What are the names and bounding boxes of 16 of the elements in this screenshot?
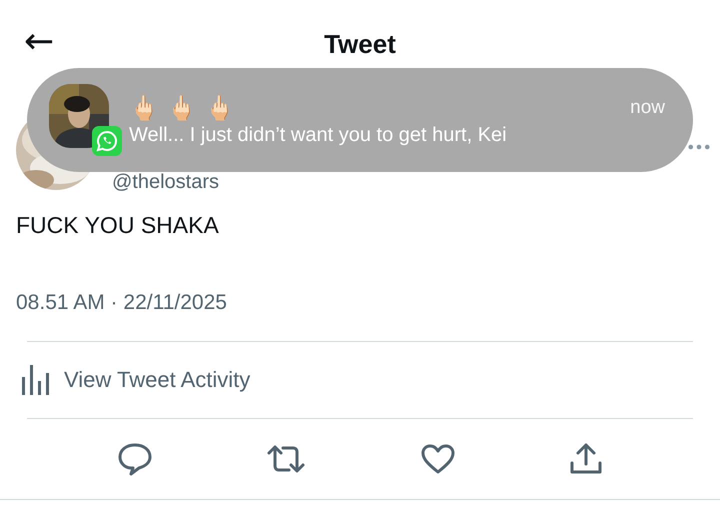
back-button[interactable]: ← — [24, 22, 54, 62]
screen-title: Tweet — [324, 28, 396, 60]
share-icon[interactable] — [569, 442, 604, 476]
view-activity-link[interactable]: View Tweet Activity — [64, 367, 250, 393]
notification-title: 🖕🏻 🖕🏻 🖕🏻 — [129, 94, 234, 122]
chart-icon[interactable] — [22, 365, 50, 395]
notification-time: now — [630, 96, 665, 118]
user-handle[interactable]: @thelostars — [112, 171, 220, 194]
retweet-icon[interactable] — [266, 443, 306, 475]
whatsapp-icon — [92, 126, 122, 156]
tweet-timestamp: 08.51 AM · 22/11/2025 — [15, 291, 228, 316]
notification-message: Well... I just didn’t want you to get hurt, Kei — [129, 124, 508, 146]
tweet-text: FUCK YOU SHAKA — [15, 212, 220, 239]
more-icon[interactable] — [688, 144, 710, 150]
like-icon[interactable] — [420, 443, 456, 475]
reply-icon[interactable] — [116, 442, 153, 476]
